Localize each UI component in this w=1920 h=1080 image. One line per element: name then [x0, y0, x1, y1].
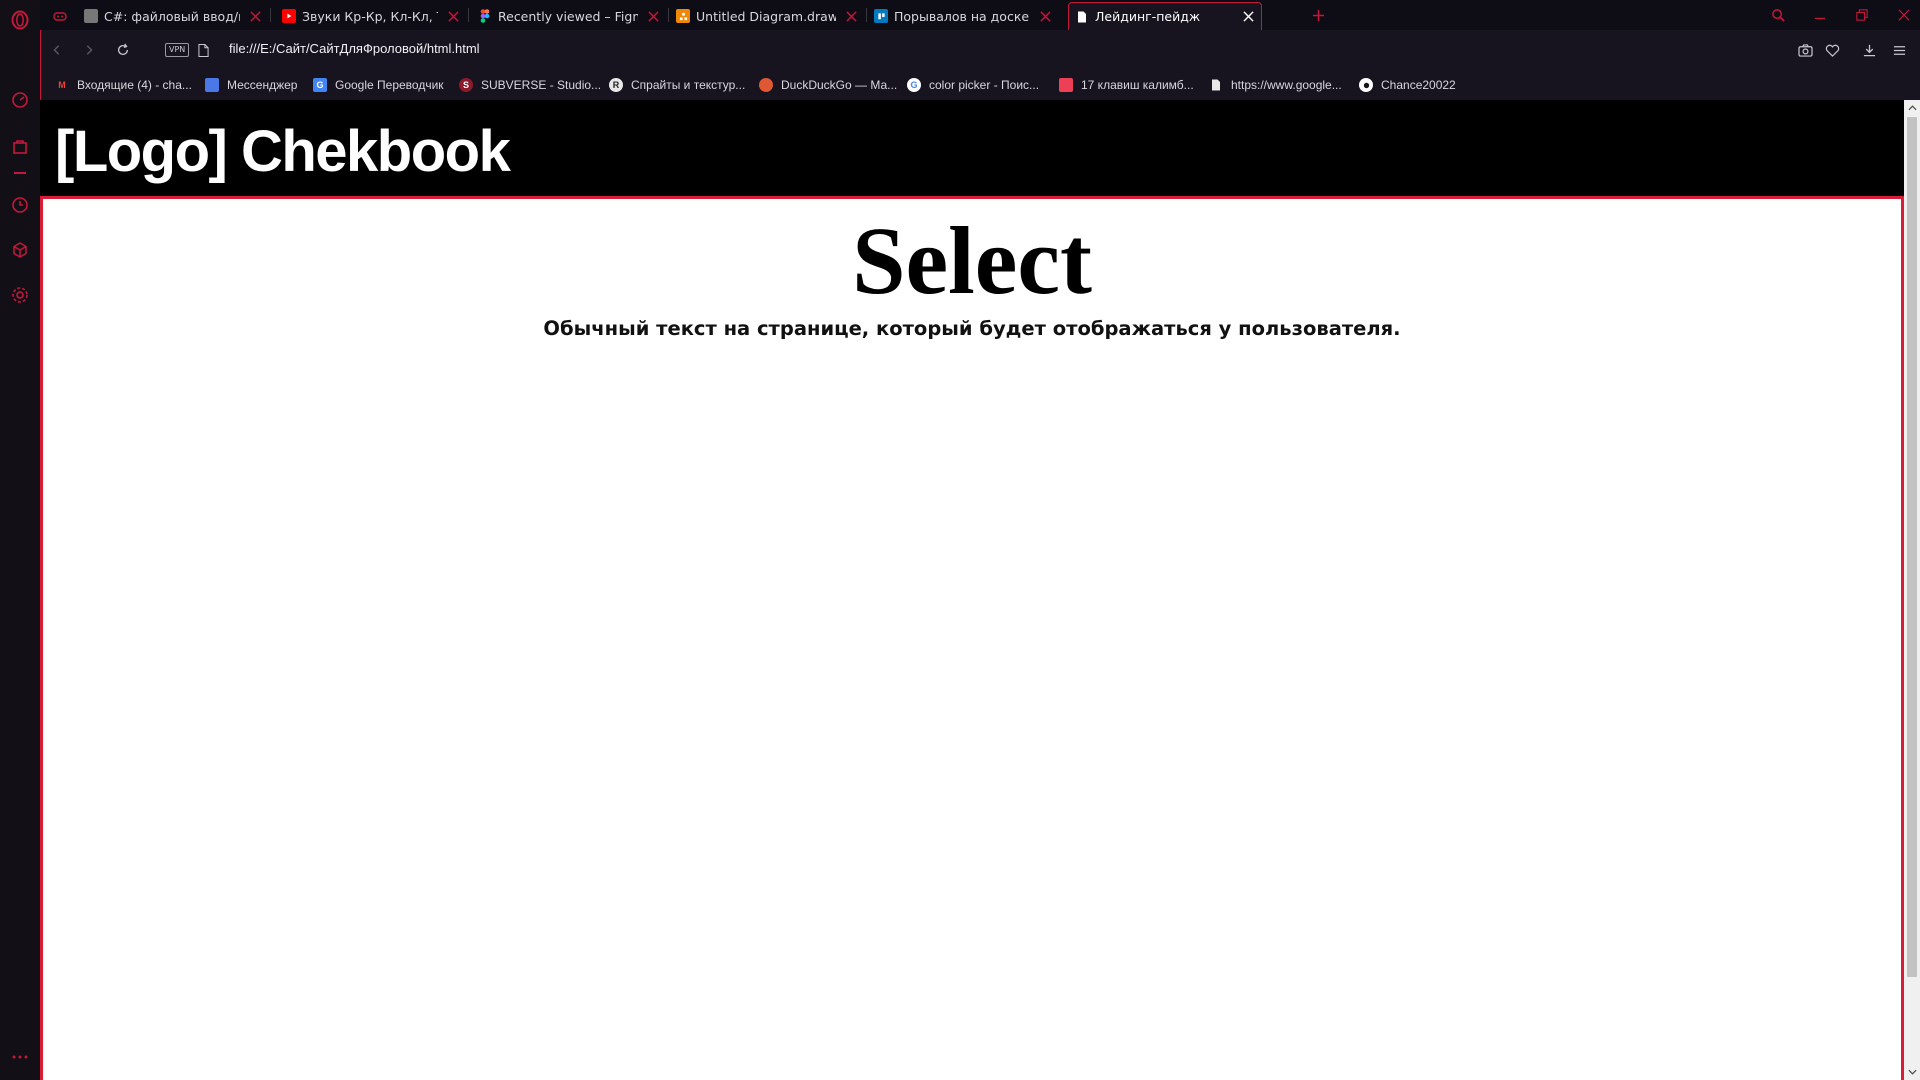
settings-gear-icon[interactable]: [8, 283, 32, 307]
bookmark-google-url[interactable]: https://www.google...: [1209, 76, 1342, 94]
bookmark-label: Входящие (4) - cha...: [77, 78, 192, 92]
opera-logo-icon[interactable]: [8, 8, 32, 32]
speed-dial-icon[interactable]: [8, 88, 32, 112]
minimize-window-icon[interactable]: [1808, 4, 1832, 26]
bookmark-github[interactable]: Chance20022: [1359, 76, 1456, 94]
tab-search-icon[interactable]: [1766, 4, 1790, 26]
site-main-content: Select Обычный текст на странице, которы…: [40, 199, 1904, 1080]
bookmark-gmail[interactable]: M Входящие (4) - cha...: [55, 76, 192, 94]
close-tab-icon[interactable]: [248, 9, 262, 23]
downloads-icon[interactable]: [1859, 40, 1879, 60]
bookmark-duckduckgo[interactable]: DuckDuckGo — Ма...: [759, 76, 897, 94]
bookmark-heart-icon[interactable]: [1822, 40, 1842, 60]
reload-icon[interactable]: [113, 40, 133, 60]
history-clock-icon[interactable]: [8, 193, 32, 217]
page-icon: [1075, 10, 1089, 24]
subverse-icon: S: [459, 78, 473, 92]
duckduckgo-icon: [759, 78, 773, 92]
sidebar-more-icon[interactable]: [8, 1045, 32, 1069]
page-viewport: [Logo] Chekbook Select Обычный текст на …: [40, 100, 1920, 1080]
bookmark-label: Chance20022: [1381, 78, 1456, 92]
page-icon: [1209, 78, 1223, 92]
resource-icon: R: [609, 78, 623, 92]
bookmark-google-translate[interactable]: G Google Переводчик: [313, 76, 444, 94]
bookmark-label: https://www.google...: [1231, 78, 1342, 92]
tab-strip: C#: файловый ввод/вывод Звуки Кр-Кр, Кл-…: [40, 0, 1920, 30]
tab-title: Untitled Diagram.drawio - d: [696, 8, 836, 24]
new-tab-plus-icon[interactable]: [1308, 5, 1328, 25]
site-logo[interactable]: [Logo] Chekbook: [55, 118, 511, 185]
shopping-bag-icon[interactable]: [8, 134, 32, 158]
page-info-icon[interactable]: [193, 40, 213, 60]
page-scrollbar[interactable]: [1904, 100, 1920, 1080]
page-body-text: Обычный текст на странице, который будет…: [543, 317, 1401, 340]
tab-landing-page[interactable]: Лейдинг-пейдж: [1068, 2, 1262, 30]
url-field[interactable]: file:///E:/Сайт/СайтДляФроловой/html.htm…: [229, 41, 480, 56]
tab-csharp-io[interactable]: C#: файловый ввод/вывод: [78, 2, 268, 30]
google-translate-icon: G: [313, 78, 327, 92]
bookmark-label: Мессенджер: [227, 78, 298, 92]
pocket-icon: [1059, 78, 1073, 92]
messenger-icon: [205, 78, 219, 92]
github-icon: [1359, 78, 1373, 92]
bookmark-label: Google Переводчик: [335, 78, 444, 92]
close-window-icon[interactable]: [1892, 4, 1916, 26]
bookmark-label: 17 клавиш калимб...: [1081, 78, 1194, 92]
bookmark-subverse[interactable]: S SUBVERSE - Studio...: [459, 76, 601, 94]
bookmark-kalimba[interactable]: 17 клавиш калимб...: [1059, 76, 1194, 94]
gmail-icon: M: [58, 80, 66, 90]
easy-setup-menu-icon[interactable]: [1889, 40, 1909, 60]
snapshot-camera-icon[interactable]: [1795, 40, 1815, 60]
close-tab-icon[interactable]: [646, 9, 660, 23]
scroll-thumb[interactable]: [1907, 117, 1917, 977]
tab-title: Порывалов на доске Проек: [894, 8, 1030, 24]
bookmark-label: color picker - Поис...: [929, 78, 1040, 92]
drawio-icon: [676, 9, 690, 23]
bookmark-label: SUBVERSE - Studio...: [481, 78, 602, 92]
close-tab-icon[interactable]: [1241, 10, 1255, 24]
sidebar-divider: [14, 172, 26, 174]
forward-arrow-icon[interactable]: [79, 40, 99, 60]
browser-sidebar: [0, 0, 40, 1080]
scroll-down-arrow-icon[interactable]: [1904, 1064, 1920, 1080]
extensions-cube-icon[interactable]: [8, 238, 32, 262]
tab-figma[interactable]: Recently viewed – Figma: [472, 2, 666, 30]
tab-title: Лейдинг-пейдж: [1095, 9, 1201, 24]
tab-youtube-sounds[interactable]: Звуки Кр-Кр, Кл-Кл, Тк-Тк: [276, 2, 466, 30]
youtube-icon: [282, 9, 296, 23]
gaming-tab-icon[interactable]: [46, 2, 76, 30]
bookmark-sprites[interactable]: R Спрайты и текстур...: [609, 76, 745, 94]
bookmark-label: DuckDuckGo — Ма...: [781, 78, 898, 92]
bookmark-messenger[interactable]: Мессенджер: [205, 76, 297, 94]
close-tab-icon[interactable]: [1038, 9, 1052, 23]
google-icon: G: [907, 78, 921, 92]
site-header: [Logo] Chekbook: [40, 100, 1904, 199]
scroll-up-arrow-icon[interactable]: [1904, 100, 1920, 116]
vpn-badge[interactable]: VPN: [165, 43, 190, 57]
page-heading: Select: [852, 207, 1092, 314]
trello-icon: [874, 9, 888, 23]
tab-title: Recently viewed – Figma: [498, 8, 638, 24]
tab-title: Звуки Кр-Кр, Кл-Кл, Тк-Тк: [302, 8, 438, 24]
tab-trello[interactable]: Порывалов на доске Проек: [868, 2, 1058, 30]
close-tab-icon[interactable]: [446, 9, 460, 23]
address-bar: VPN file:///E:/Сайт/СайтДляФроловой/html…: [40, 30, 1920, 70]
code-icon: [84, 9, 98, 23]
back-arrow-icon[interactable]: [47, 40, 67, 60]
tab-title: C#: файловый ввод/вывод: [104, 8, 240, 24]
figma-icon: [478, 9, 492, 23]
restore-window-icon[interactable]: [1850, 4, 1874, 26]
bookmarks-bar: M Входящие (4) - cha... Мессенджер G Goo…: [40, 70, 1920, 100]
bookmark-label: Спрайты и текстур...: [631, 78, 746, 92]
tab-drawio[interactable]: Untitled Diagram.drawio - d: [670, 2, 864, 30]
close-tab-icon[interactable]: [844, 9, 858, 23]
bookmark-color-picker[interactable]: G color picker - Поис...: [907, 76, 1039, 94]
